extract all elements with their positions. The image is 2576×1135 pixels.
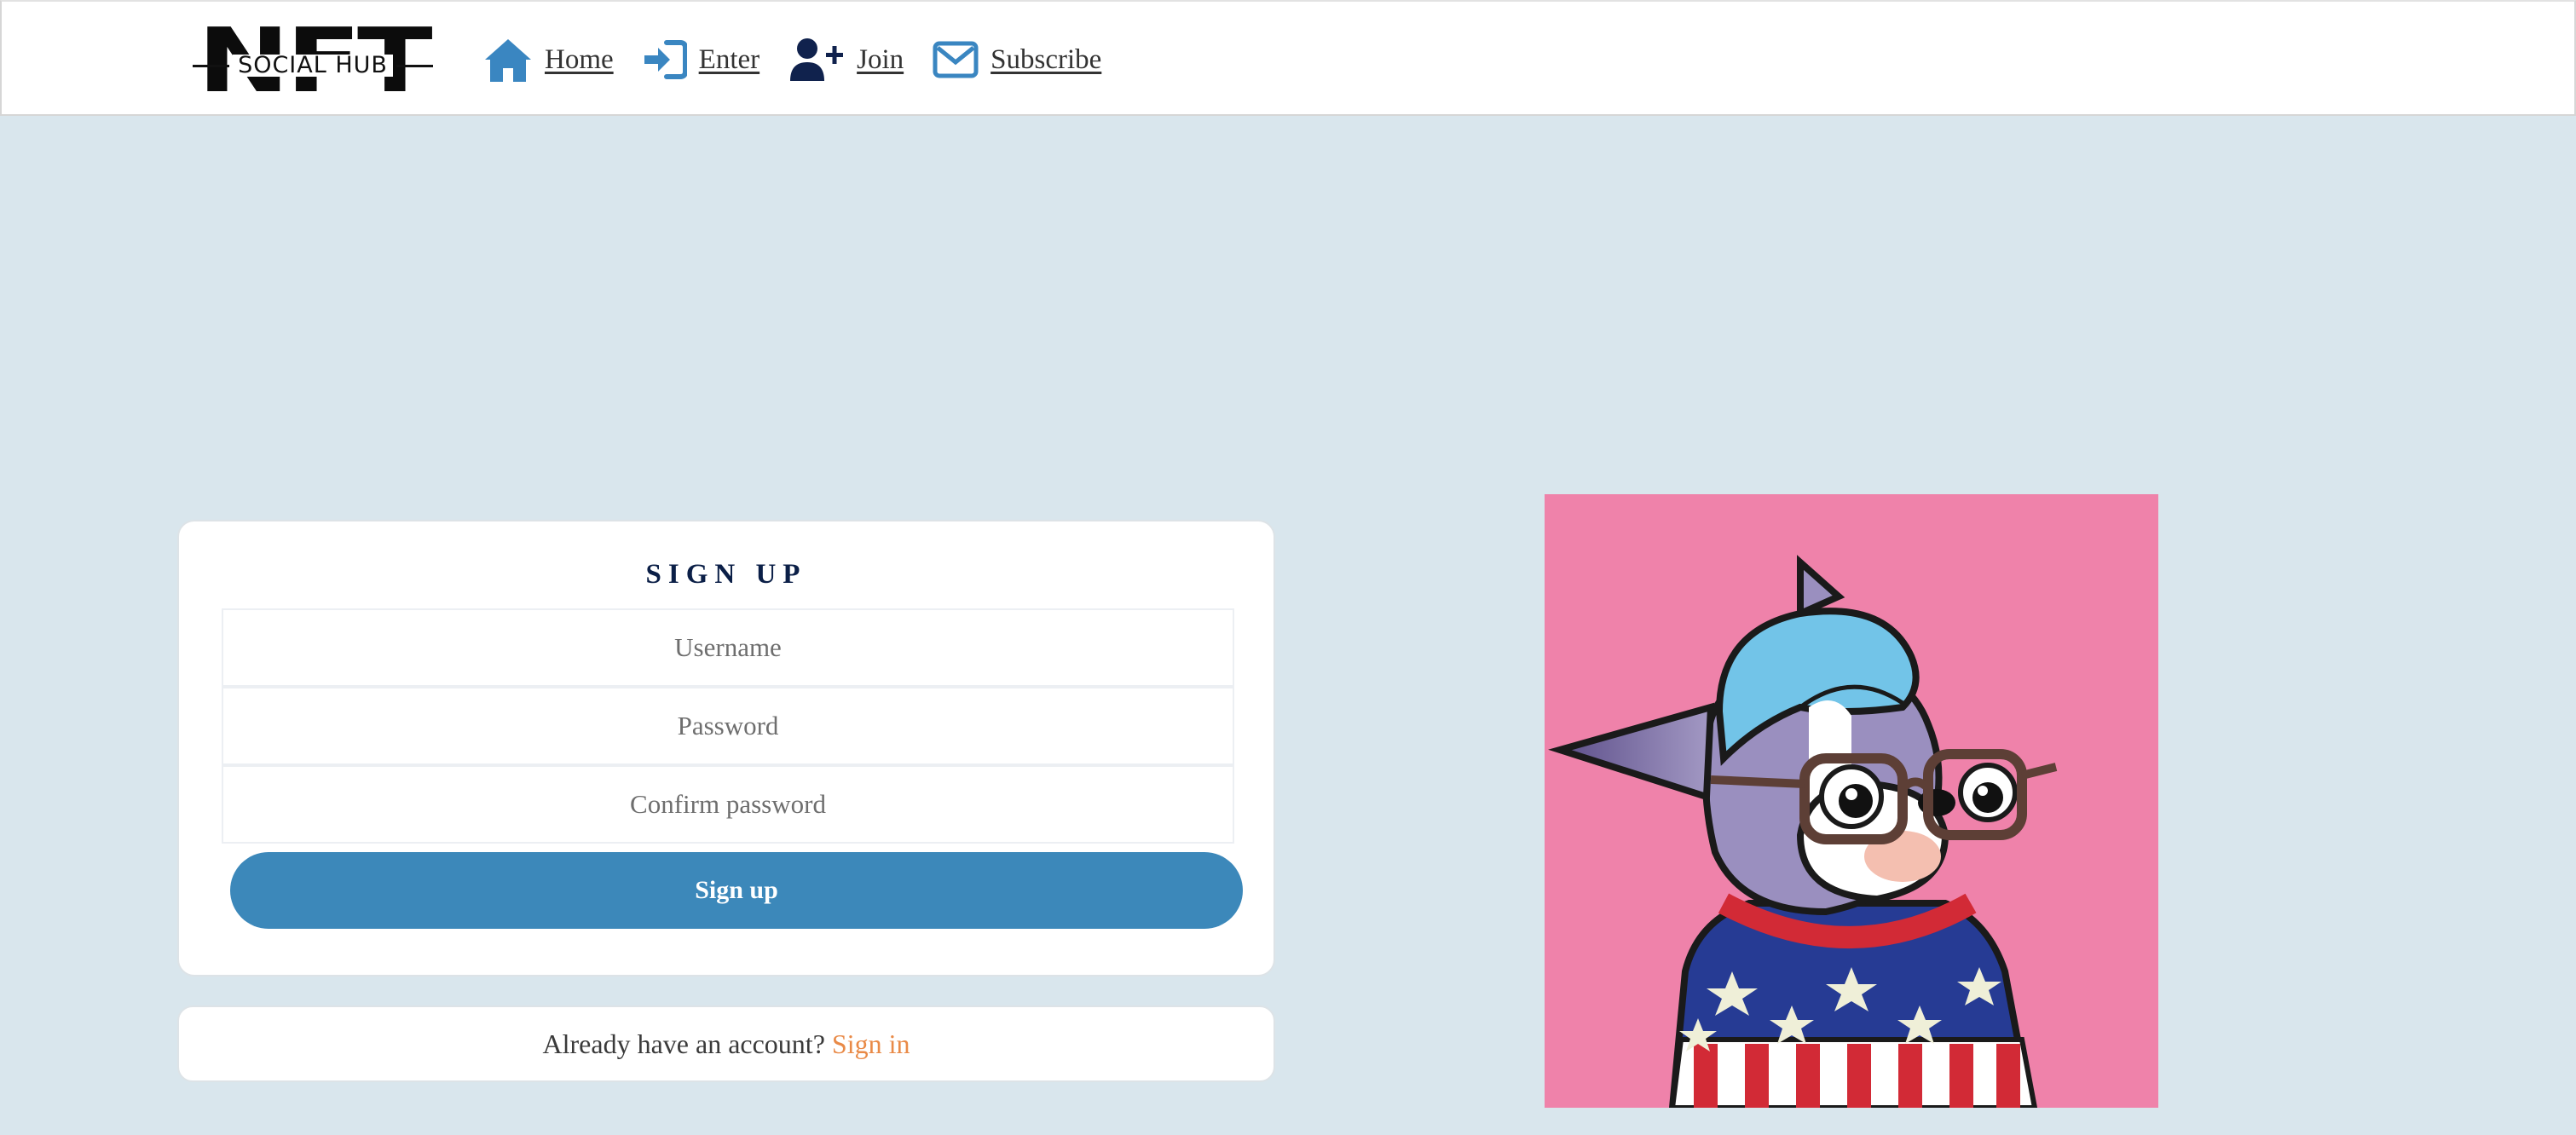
logo-subtitle-band: SOCIAL HUB <box>189 54 436 77</box>
username-input[interactable] <box>222 608 1234 687</box>
nav-join-label: Join <box>857 43 904 75</box>
logo-rule-right <box>396 64 434 67</box>
logo-subtitle: SOCIAL HUB <box>233 54 393 77</box>
nav-links: Home Enter Join Subscribe <box>483 34 1130 85</box>
user-plus-icon <box>790 38 844 81</box>
signup-button[interactable]: Sign up <box>230 852 1243 929</box>
sign-in-icon <box>644 40 687 79</box>
top-navbar: NFT SOCIAL HUB Home Enter <box>0 0 2576 116</box>
signup-title: SIGN UP <box>645 559 807 590</box>
nav-enter-label: Enter <box>698 43 760 75</box>
nav-home-link[interactable]: Home <box>483 36 614 84</box>
nav-enter-link[interactable]: Enter <box>643 39 760 80</box>
nav-join-link[interactable]: Join <box>788 37 904 83</box>
envelope-icon <box>933 41 979 78</box>
signup-card: SIGN UP Sign up <box>177 520 1275 977</box>
site-logo[interactable]: NFT SOCIAL HUB <box>189 16 436 105</box>
home-icon <box>485 39 531 82</box>
nav-subscribe-label: Subscribe <box>991 43 1102 75</box>
nft-dog-artwork <box>1545 494 2158 1108</box>
signin-link[interactable]: Sign in <box>832 1028 910 1060</box>
password-input[interactable] <box>222 687 1234 765</box>
confirm-password-input[interactable] <box>222 765 1234 844</box>
signin-prompt-text: Already have an account? <box>542 1028 825 1059</box>
signin-prompt-card: Already have an account? Sign in <box>177 1005 1275 1082</box>
nav-subscribe-link[interactable]: Subscribe <box>933 41 1101 78</box>
logo-rule-left <box>193 64 230 67</box>
nav-home-label: Home <box>545 43 614 75</box>
